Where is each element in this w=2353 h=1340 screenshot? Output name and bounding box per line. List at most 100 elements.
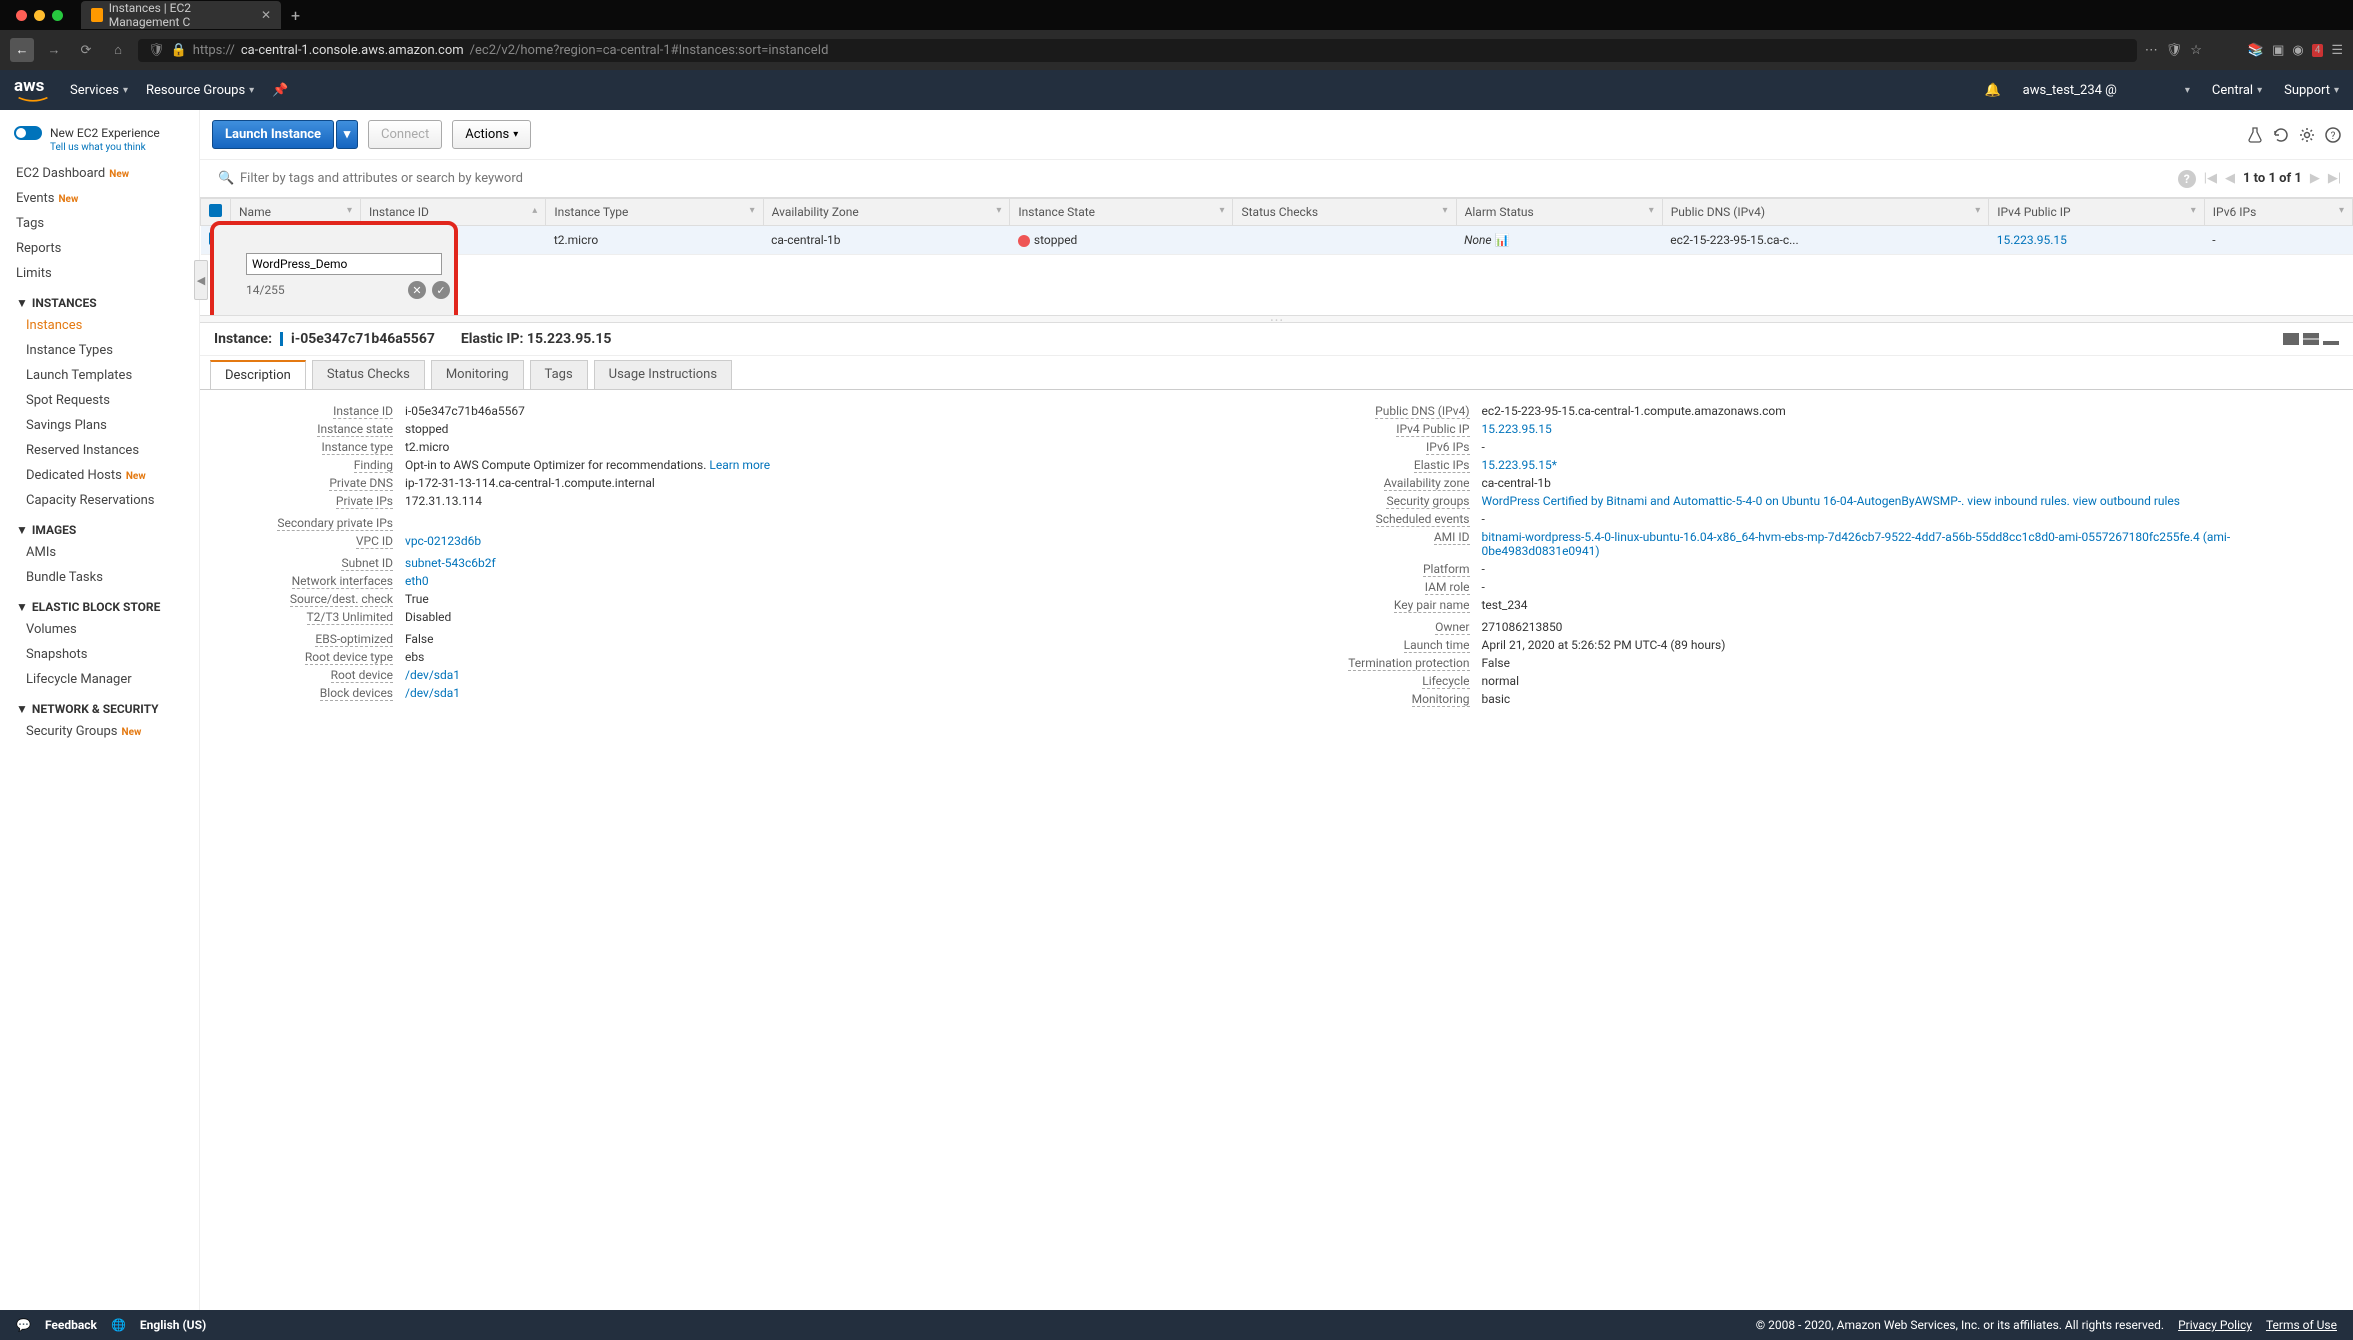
pager-last-icon[interactable]: ▶| <box>2328 171 2341 186</box>
filter-help-icon[interactable]: ? <box>2178 170 2196 188</box>
aws-logo[interactable]: aws <box>14 76 52 104</box>
home-button[interactable]: ⌂ <box>106 38 130 62</box>
sidebar-item-ec2-dashboard[interactable]: EC2 DashboardNew <box>0 161 199 186</box>
pager-next-icon[interactable]: ▶ <box>2310 171 2320 186</box>
sidebar-item-lifecycle-manager[interactable]: Lifecycle Manager <box>0 667 199 692</box>
pin-icon[interactable]: 📌 <box>272 83 288 98</box>
support-menu[interactable]: Support▾ <box>2284 83 2339 98</box>
bell-icon[interactable]: 🔔 <box>1984 83 2000 98</box>
column-header-alarm-status[interactable]: Alarm Status▾ <box>1456 199 1662 226</box>
pager-prev-icon[interactable]: ◀ <box>2225 171 2235 186</box>
new-experience-toggle[interactable]: New EC2 Experience <box>0 120 199 142</box>
table-row[interactable]: 46a5567 t2.micro ca-central-1b stopped N… <box>201 226 2353 255</box>
sidebar-item-capacity-reservations[interactable]: Capacity Reservations <box>0 488 199 513</box>
split-handle[interactable]: • • • <box>200 315 2353 323</box>
help-icon[interactable]: ? <box>2325 127 2341 143</box>
tab-status-checks[interactable]: Status Checks <box>312 360 425 389</box>
services-menu[interactable]: Services▾ <box>70 83 128 98</box>
forward-button[interactable]: → <box>42 38 66 62</box>
pager-first-icon[interactable]: |◀ <box>2204 171 2217 186</box>
back-button[interactable]: ← <box>10 38 34 62</box>
terms-link[interactable]: Terms of Use <box>2266 1318 2337 1332</box>
view-full-icon[interactable] <box>2283 333 2299 345</box>
sidebar-item-tags[interactable]: Tags <box>0 211 199 236</box>
sidebar-section-network[interactable]: ▼ NETWORK & SECURITY <box>0 692 199 719</box>
cancel-edit-icon[interactable]: ✕ <box>408 281 426 299</box>
detail-link[interactable]: eth0 <box>405 574 429 588</box>
sidebar-item-instance-types[interactable]: Instance Types <box>0 338 199 363</box>
sidebar-section-images[interactable]: ▼ IMAGES <box>0 513 199 540</box>
globe-icon[interactable]: 🌐 <box>111 1318 126 1332</box>
sidebar-item-spot-requests[interactable]: Spot Requests <box>0 388 199 413</box>
new-tab-icon[interactable]: + <box>291 6 300 25</box>
view-min-icon[interactable] <box>2323 341 2339 345</box>
column-header-ipv4-public-ip[interactable]: IPv4 Public IP▾ <box>1989 199 2205 226</box>
sidebar-section-instances[interactable]: ▼ INSTANCES <box>0 286 199 313</box>
resource-groups-menu[interactable]: Resource Groups▾ <box>146 83 254 98</box>
browser-tab[interactable]: Instances | EC2 Management C ✕ <box>81 1 281 29</box>
sidebar-item-snapshots[interactable]: Snapshots <box>0 642 199 667</box>
sidebar-section-ebs[interactable]: ▼ ELASTIC BLOCK STORE <box>0 590 199 617</box>
launch-instance-button[interactable]: Launch Instance <box>212 120 334 149</box>
view-split-icon[interactable] <box>2303 333 2319 345</box>
collapse-sidebar-icon[interactable]: ◀ <box>194 260 208 300</box>
gear-icon[interactable] <box>2299 127 2315 143</box>
flask-icon[interactable] <box>2247 127 2263 143</box>
sidebar-item-amis[interactable]: AMIs <box>0 540 199 565</box>
column-header-status-checks[interactable]: Status Checks▾ <box>1233 199 1456 226</box>
shield-icon[interactable]: 🛡 <box>148 43 165 58</box>
tab-usage-instructions[interactable]: Usage Instructions <box>594 360 732 389</box>
column-header-instance-state[interactable]: Instance State▾ <box>1010 199 1233 226</box>
bookmark-star-icon[interactable]: ☆ <box>2190 43 2202 58</box>
connect-button[interactable]: Connect <box>368 120 442 149</box>
sidebar-item-launch-templates[interactable]: Launch Templates <box>0 363 199 388</box>
reader-icon[interactable]: 🛡 <box>2166 43 2183 58</box>
close-window-icon[interactable] <box>16 10 27 21</box>
ext-icon[interactable]: 4 <box>2312 44 2324 57</box>
confirm-edit-icon[interactable]: ✓ <box>432 281 450 299</box>
menu-icon[interactable]: ☰ <box>2331 43 2343 58</box>
region-menu[interactable]: Central▾ <box>2212 83 2262 98</box>
reload-button[interactable]: ⟳ <box>74 38 98 62</box>
account-icon[interactable]: ◉ <box>2292 43 2303 58</box>
name-edit-input[interactable] <box>246 253 442 275</box>
feedback-link[interactable]: Tell us what you think <box>0 142 199 153</box>
sidebar-item-dedicated-hosts[interactable]: Dedicated HostsNew <box>0 463 199 488</box>
feedback-link[interactable]: Feedback <box>45 1318 97 1332</box>
privacy-link[interactable]: Privacy Policy <box>2178 1318 2252 1332</box>
maximize-window-icon[interactable] <box>52 10 63 21</box>
filter-input[interactable] <box>212 166 2170 191</box>
sidebar-item-events[interactable]: EventsNew <box>0 186 199 211</box>
minimize-window-icon[interactable] <box>34 10 45 21</box>
column-header-ipv6-ips[interactable]: IPv6 IPs▾ <box>2204 199 2352 226</box>
tab-tags[interactable]: Tags <box>530 360 588 389</box>
detail-link[interactable]: WordPress Certified by Bitnami and Autom… <box>1482 494 2180 508</box>
select-all-checkbox[interactable] <box>209 204 222 217</box>
detail-link[interactable]: bitnami-wordpress-5.4-0-linux-ubuntu-16.… <box>1482 530 2231 558</box>
sidebar-item-instances[interactable]: Instances <box>0 313 199 338</box>
sidebar-item-security-groups[interactable]: Security GroupsNew <box>0 719 199 744</box>
detail-link[interactable]: Learn more <box>709 458 770 472</box>
actions-menu[interactable]: Actions ▾ <box>452 120 531 149</box>
feedback-icon[interactable]: 💬 <box>16 1318 31 1332</box>
tab-description[interactable]: Description <box>210 360 306 389</box>
user-menu[interactable]: aws_test_234 @▾ <box>2023 83 2190 98</box>
column-header-availability-zone[interactable]: Availability Zone▾ <box>763 199 1010 226</box>
column-header-instance-type[interactable]: Instance Type▾ <box>546 199 763 226</box>
language-selector[interactable]: English (US) <box>140 1318 206 1332</box>
detail-link[interactable]: subnet-543c6b2f <box>405 556 496 570</box>
url-bar[interactable]: 🛡 🔒 https://ca-central-1.console.aws.ama… <box>138 39 2137 62</box>
alarm-add-icon[interactable]: 📊 <box>1495 233 1510 247</box>
close-tab-icon[interactable]: ✕ <box>261 8 271 22</box>
detail-link[interactable]: /dev/sda1 <box>405 686 460 700</box>
sidebar-item-volumes[interactable]: Volumes <box>0 617 199 642</box>
detail-link[interactable]: 15.223.95.15* <box>1482 458 1557 472</box>
tab-monitoring[interactable]: Monitoring <box>431 360 524 389</box>
column-header-public-dns-ipv4-[interactable]: Public DNS (IPv4)▾ <box>1662 199 1989 226</box>
sidebar-item-bundle-tasks[interactable]: Bundle Tasks <box>0 565 199 590</box>
toggle-switch-icon[interactable] <box>14 126 42 140</box>
refresh-icon[interactable] <box>2273 127 2289 143</box>
sidebar-item-reports[interactable]: Reports <box>0 236 199 261</box>
sidebar-item-savings-plans[interactable]: Savings Plans <box>0 413 199 438</box>
detail-link[interactable]: vpc-02123d6b <box>405 534 481 548</box>
